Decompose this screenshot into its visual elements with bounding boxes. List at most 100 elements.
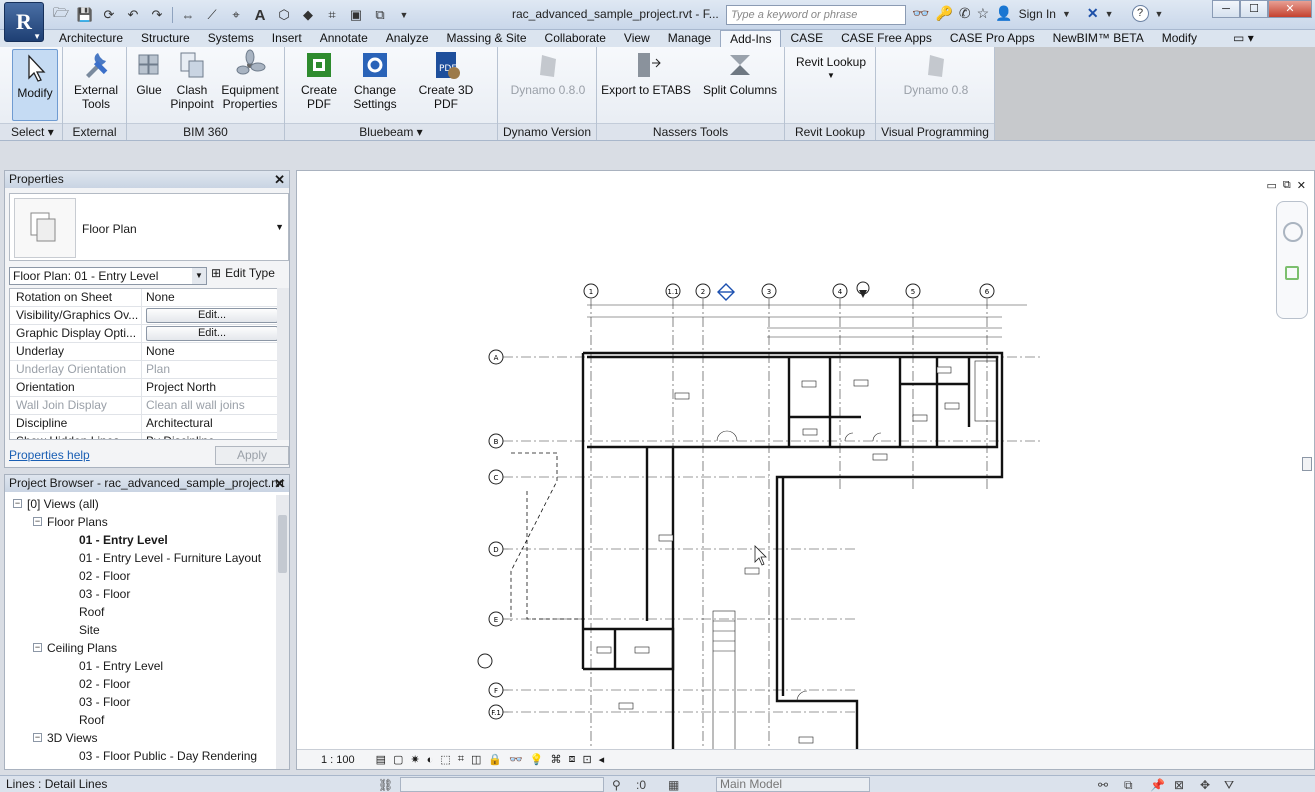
section-icon[interactable]: ◆ xyxy=(299,6,317,24)
save-icon[interactable]: 💾 xyxy=(76,6,94,24)
favorites-icon[interactable]: ☆ xyxy=(977,5,990,22)
create-3d-pdf-button[interactable]: PDF Create 3D PDF xyxy=(405,49,487,111)
sun-path-icon[interactable]: ✷ xyxy=(410,753,419,766)
browser-node[interactable]: 02 - Floor xyxy=(5,675,277,693)
temporary-hide-icon[interactable]: 👓 xyxy=(509,753,523,766)
align-icon[interactable]: ⇔ xyxy=(179,6,197,24)
select-links-icon[interactable]: ⚯ xyxy=(1098,777,1108,792)
create-pdf-button[interactable]: Create PDF xyxy=(289,49,349,111)
properties-help-link[interactable]: Properties help xyxy=(9,448,90,462)
tab-case-pro-apps[interactable]: CASE Pro Apps xyxy=(941,30,1044,47)
filter-funnel-icon[interactable]: ⛛ xyxy=(1224,777,1234,792)
browser-node[interactable]: 03 - Floor xyxy=(5,585,277,603)
subscription-icon[interactable]: 🔑 xyxy=(935,5,952,22)
tab-case[interactable]: CASE xyxy=(781,30,832,47)
tab-add-ins[interactable]: Add-Ins xyxy=(720,30,782,47)
drawing-area[interactable]: ▭ ⧉ ✕ 1 1.1 2 3 4 5 6 A B C D E F F.1 1 … xyxy=(296,170,1315,770)
dropdown-icon[interactable]: ▼ xyxy=(1155,9,1164,19)
browser-scrollbar[interactable] xyxy=(276,495,289,769)
instance-selector[interactable]: Floor Plan: 01 - Entry Level ▼ xyxy=(9,267,207,285)
equipment-properties-button[interactable]: Equipment Properties xyxy=(219,49,281,111)
show-constraints-icon[interactable]: ⊡ xyxy=(582,753,591,766)
tab-systems[interactable]: Systems xyxy=(199,30,263,47)
tab-annotate[interactable]: Annotate xyxy=(311,30,377,47)
dimension-icon[interactable]: ⟋ xyxy=(203,6,221,24)
browser-node[interactable]: Roof xyxy=(5,711,277,729)
shadows-icon[interactable]: ◐ xyxy=(427,754,434,766)
undo-icon[interactable]: ↶ xyxy=(124,6,142,24)
browser-node[interactable]: 03 - Floor Public - Night Rendering xyxy=(5,765,277,769)
browser-node[interactable]: 01 - Entry Level xyxy=(5,531,277,549)
tab-massing-site[interactable]: Massing & Site xyxy=(438,30,536,47)
thin-lines-icon[interactable]: ⌗ xyxy=(323,6,341,24)
property-row[interactable]: Underlay Orientation Plan xyxy=(10,361,280,379)
application-menu-button[interactable]: R ▼ xyxy=(4,2,44,42)
view-scale[interactable]: 1 : 100 xyxy=(321,754,355,766)
export-to-etabs-button[interactable]: Export to ETABS xyxy=(601,49,691,97)
property-row[interactable]: Orientation Project North xyxy=(10,379,280,397)
detail-level-icon[interactable]: ▤ xyxy=(376,753,386,766)
tab-architecture[interactable]: Architecture xyxy=(50,30,132,47)
select-underlay-icon[interactable]: ⧉ xyxy=(1124,777,1133,792)
dropdown-icon[interactable]: ▼ xyxy=(1105,9,1114,19)
reveal-hidden-icon[interactable]: 💡 xyxy=(530,753,544,766)
browser-node[interactable]: 03 - Floor xyxy=(5,693,277,711)
design-option-combo[interactable]: Main Model xyxy=(716,777,870,792)
property-row[interactable]: Underlay None xyxy=(10,343,280,361)
tab-view[interactable]: View xyxy=(615,30,659,47)
ribbon-options-icon[interactable]: ▭ ▾ xyxy=(1224,30,1263,47)
minimize-button[interactable]: ─ xyxy=(1212,0,1240,18)
worksets-icon[interactable]: ⛓ xyxy=(378,777,393,792)
tab-case-free-apps[interactable]: CASE Free Apps xyxy=(832,30,941,47)
dynamo-080-button[interactable]: Dynamo 0.8.0 xyxy=(508,49,588,97)
edit-button[interactable]: Edit... xyxy=(146,308,278,323)
scroll-thumb[interactable] xyxy=(278,515,287,573)
browser-node[interactable]: − Ceiling Plans xyxy=(5,639,277,657)
3d-view-icon[interactable]: ⬡ xyxy=(275,6,293,24)
redo-icon[interactable]: ↷ xyxy=(148,6,166,24)
search-input[interactable]: Type a keyword or phrase xyxy=(726,5,906,25)
close-button[interactable]: ✕ xyxy=(1268,0,1312,18)
property-row[interactable]: Rotation on Sheet None xyxy=(10,289,280,307)
exchange-apps-icon[interactable]: ✕ xyxy=(1087,5,1099,22)
property-row[interactable]: Show Hidden LinesBy Discipline xyxy=(10,433,280,439)
binoculars-icon[interactable]: 👓 xyxy=(912,5,929,22)
analysis-icon[interactable]: ⌘ xyxy=(550,753,561,766)
property-row[interactable]: Discipline Architectural xyxy=(10,415,280,433)
vertical-scroll-handle[interactable] xyxy=(1302,457,1312,471)
tag-icon[interactable]: ⌖ xyxy=(227,6,245,24)
editing-requests-icon[interactable]: ⚲ xyxy=(612,777,621,792)
glue-button[interactable]: Glue xyxy=(131,49,167,97)
modify-button[interactable]: Modify xyxy=(12,49,58,121)
browser-node[interactable]: Roof xyxy=(5,603,277,621)
sync-icon[interactable]: ⟳ xyxy=(100,6,118,24)
external-tools-button[interactable]: External Tools xyxy=(71,49,121,111)
tab-modify[interactable]: Modify xyxy=(1153,30,1206,47)
visual-style-icon[interactable]: ▢ xyxy=(393,753,403,766)
open-icon[interactable]: 🗁 xyxy=(52,5,70,24)
property-row[interactable]: Visibility/Graphics Ov... Edit... xyxy=(10,307,280,325)
edit-type-button[interactable]: ⊞ Edit Type xyxy=(211,266,275,280)
browser-node[interactable]: 01 - Entry Level - Furniture Layout xyxy=(5,549,277,567)
clash-pinpoint-button[interactable]: Clash Pinpoint xyxy=(169,49,215,111)
switch-windows-icon[interactable]: ⧉ xyxy=(371,6,389,24)
edit-button[interactable]: Edit... xyxy=(146,326,278,341)
collapse-toggle-icon[interactable]: − xyxy=(33,643,42,652)
browser-node[interactable]: Site xyxy=(5,621,277,639)
property-scrollbar[interactable] xyxy=(277,288,289,440)
worksets-combo[interactable] xyxy=(400,777,604,792)
customize-qat-icon[interactable]: ▼ xyxy=(395,6,413,24)
show-crop-icon[interactable]: ◫ xyxy=(471,753,481,766)
tab-newbim-beta[interactable]: NewBIM™ BETA xyxy=(1044,30,1153,47)
crop-view-icon[interactable]: ⌗ xyxy=(458,753,464,766)
apply-button[interactable]: Apply xyxy=(215,446,289,465)
rendering-icon[interactable]: ⬚ xyxy=(440,753,450,766)
select-pinned-icon[interactable]: 📌 xyxy=(1150,777,1165,792)
user-icon[interactable]: 👤 xyxy=(995,5,1012,22)
browser-node[interactable]: −3D Views xyxy=(5,729,277,747)
maximize-button[interactable]: ☐ xyxy=(1240,0,1268,18)
collapse-toggle-icon[interactable]: − xyxy=(33,733,42,742)
highlight-displacement-icon[interactable]: ⧈ xyxy=(568,753,575,766)
communication-icon[interactable]: ✆ xyxy=(959,5,971,22)
revit-lookup-button[interactable]: Revit Lookup ▼ xyxy=(793,55,869,83)
